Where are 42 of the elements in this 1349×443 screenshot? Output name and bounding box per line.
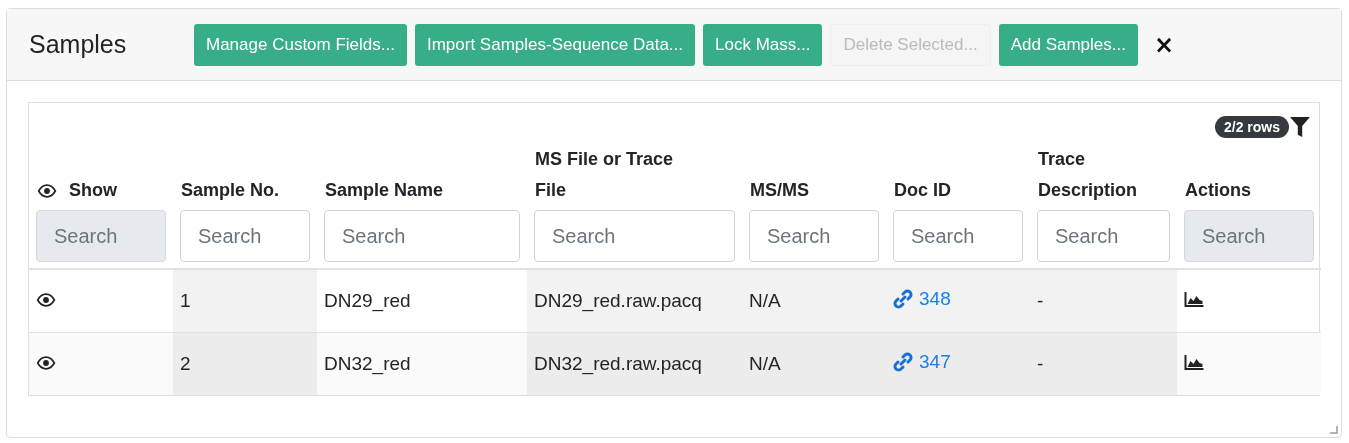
toolbar-button[interactable]: Lock Mass...	[703, 23, 823, 66]
column-header: Sample Name	[325, 179, 444, 202]
column-header: Show	[69, 179, 117, 202]
table-cell: DN29_red.raw.pacq	[534, 290, 702, 311]
eye-icon	[37, 184, 57, 198]
doc-link[interactable]: 348	[893, 288, 951, 310]
column-header: Actions	[1185, 179, 1251, 202]
resize-grip-icon[interactable]	[1330, 426, 1338, 434]
search-field[interactable]: Search	[893, 210, 1023, 262]
search-field[interactable]: Search	[1037, 210, 1170, 262]
table-cell: 1	[180, 290, 191, 311]
close-button[interactable]: ×	[1153, 30, 1175, 59]
doc-link[interactable]: 347	[893, 351, 951, 373]
link-icon	[893, 289, 913, 309]
search-field[interactable]: Search	[180, 210, 310, 262]
table-cell: N/A	[749, 290, 781, 311]
search-field[interactable]: Search	[749, 210, 879, 262]
search-field[interactable]: Search	[534, 210, 735, 262]
toolbar-button[interactable]: Add Samples...	[998, 23, 1138, 66]
toolbar-button[interactable]: Manage Custom Fields...	[194, 23, 407, 66]
area-chart-icon[interactable]	[1184, 354, 1205, 370]
search-field[interactable]: Search	[324, 210, 520, 262]
table-cell: N/A	[749, 353, 781, 374]
table-cell: DN29_red	[324, 290, 411, 311]
link-icon	[893, 352, 913, 372]
column-header: Sample No.	[181, 179, 280, 202]
table-cell: DN32_red	[324, 353, 411, 374]
column-header: MS File or Trace File	[535, 148, 675, 202]
table-cell: -	[1037, 290, 1044, 311]
area-chart-icon[interactable]	[1184, 291, 1205, 307]
toolbar-button[interactable]: Import Samples-Sequence Data...	[414, 23, 696, 66]
table-cell: 2	[180, 353, 191, 374]
modal-title: Samples	[29, 30, 128, 59]
row-count-badge: 2/2 rows	[1214, 116, 1289, 138]
filter-icon[interactable]	[1289, 116, 1311, 138]
column-header: Doc ID	[894, 179, 951, 202]
table-cell: -	[1037, 353, 1044, 374]
column-header: Trace Description	[1038, 148, 1139, 202]
table-cell: DN32_red.raw.pacq	[534, 353, 702, 374]
column-header: MS/MS	[750, 179, 809, 202]
eye-icon[interactable]	[36, 293, 56, 307]
eye-icon[interactable]	[36, 356, 56, 370]
